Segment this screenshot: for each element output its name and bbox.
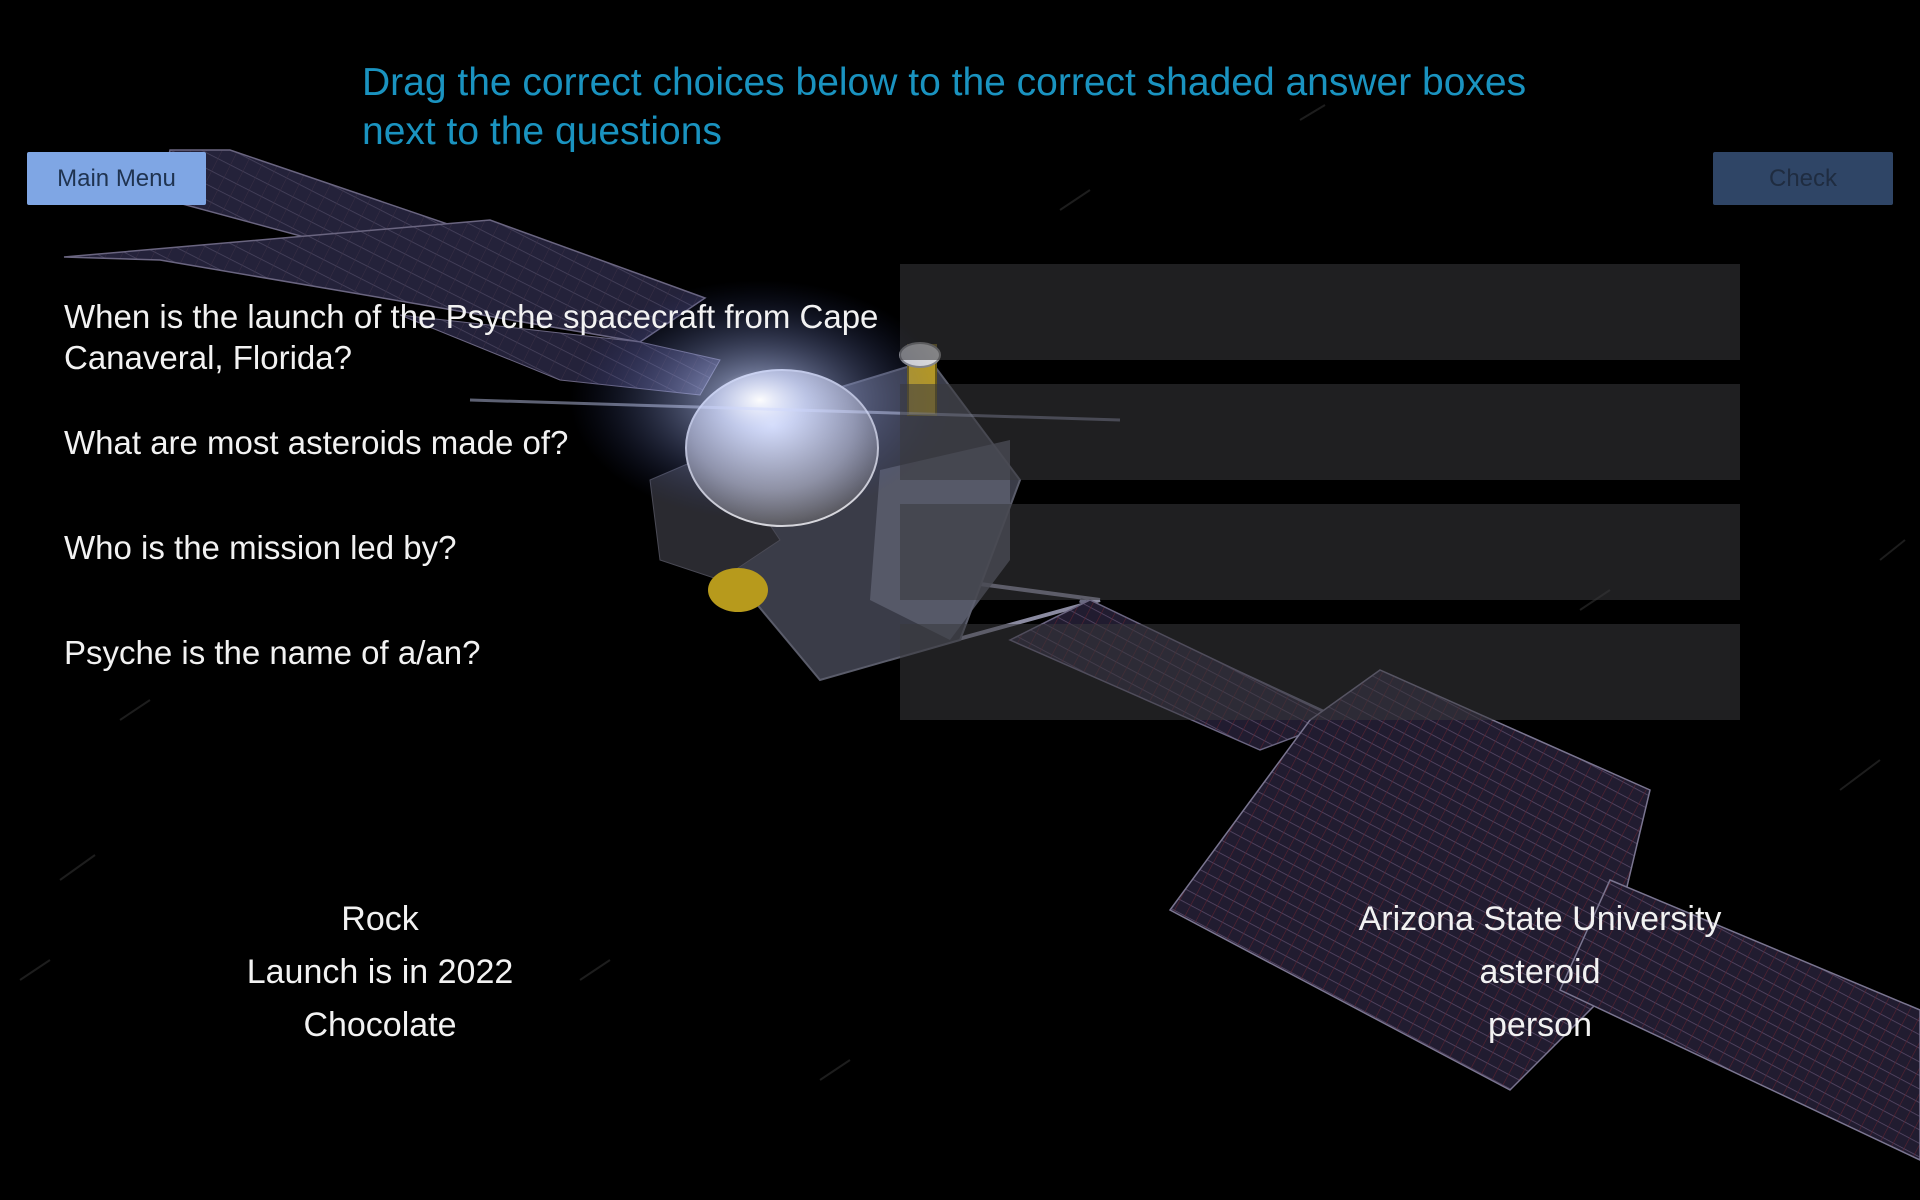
main-menu-button[interactable]: Main Menu [27,152,206,205]
question-launch-date: When is the launch of the Psyche spacecr… [64,298,879,376]
question-psyche-name: Psyche is the name of a/an? [64,634,481,671]
answer-drop-box-2[interactable] [900,384,1740,480]
choice-rock[interactable]: Rock [180,893,580,946]
answer-drop-box-4[interactable] [900,624,1740,720]
check-button[interactable]: Check [1713,152,1893,205]
choice-asteroid[interactable]: asteroid [1290,946,1790,999]
question-asteroid-composition: What are most asteroids made of? [64,424,569,461]
quiz-screen: Drag the correct choices below to the co… [0,0,1920,1200]
answer-drop-box-3[interactable] [900,504,1740,600]
answer-drop-box-1[interactable] [900,264,1740,360]
choices-group-left: Rock Launch is in 2022 Chocolate [180,893,580,1052]
choice-arizona-state-university[interactable]: Arizona State University [1290,893,1790,946]
choices-group-right: Arizona State University asteroid person [1290,893,1790,1052]
choice-launch-2022[interactable]: Launch is in 2022 [180,946,580,999]
question-mission-leader: Who is the mission led by? [64,529,457,566]
choice-person[interactable]: person [1290,999,1790,1052]
choice-chocolate[interactable]: Chocolate [180,999,580,1052]
instructions-heading: Drag the correct choices below to the co… [362,61,1527,153]
